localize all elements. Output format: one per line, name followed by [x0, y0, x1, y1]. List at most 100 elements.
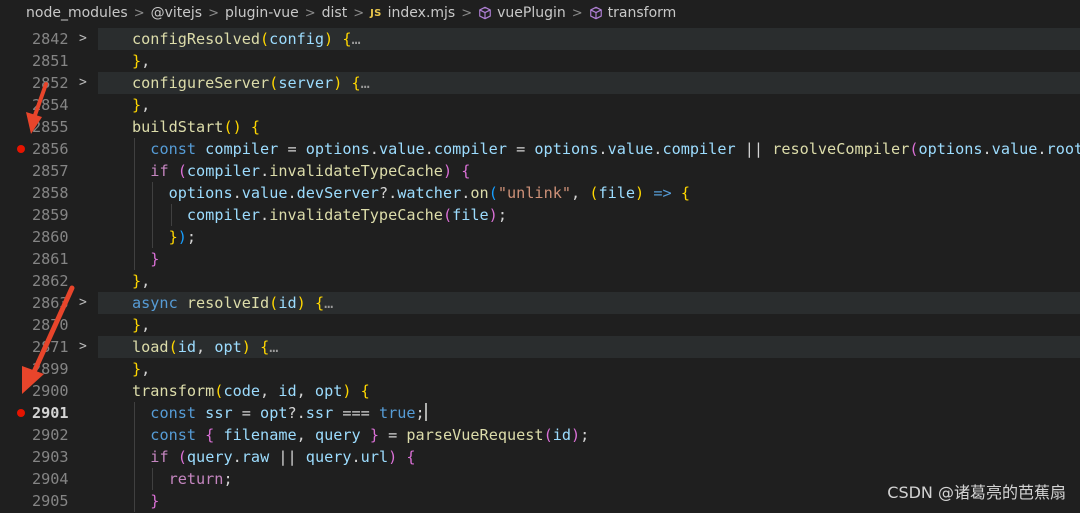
code-line[interactable]: 2871 > load(id, opt) {… — [0, 336, 1080, 358]
code-line[interactable]: 2863 > async resolveId(id) {… — [0, 292, 1080, 314]
code-text[interactable]: load(id, opt) {… — [132, 336, 278, 358]
code-line[interactable]: 2899}, — [0, 358, 1080, 380]
code-line[interactable]: 2860}); — [0, 226, 1080, 248]
code-text[interactable]: }, — [132, 94, 150, 116]
code-text[interactable]: } — [150, 248, 159, 270]
code-token: id — [278, 294, 297, 312]
code-token: true — [378, 404, 416, 422]
code-text[interactable]: }, — [132, 50, 150, 72]
code-token: "unlink" — [497, 184, 572, 202]
code-token: opt — [214, 338, 242, 356]
code-editor[interactable]: 2842 > configResolved(config) {… 2851}, 2852… — [0, 28, 1080, 513]
code-text[interactable]: async resolveId(id) {… — [132, 292, 333, 314]
code-text[interactable]: if (query.raw || query.url) { — [150, 446, 415, 468]
breadcrumb-item-vitejs[interactable]: @vitejs — [151, 5, 202, 21]
code-text[interactable]: const ssr = opt?.ssr === true; — [150, 402, 427, 424]
code-token: } — [132, 316, 142, 334]
line-number: 2855 — [32, 118, 69, 136]
code-token: if — [150, 448, 169, 466]
code-text[interactable]: const { filename, query } = parseVueRequ… — [150, 424, 589, 446]
code-token: const — [150, 140, 197, 158]
code-token: opt — [314, 382, 343, 400]
code-text[interactable]: return; — [169, 468, 233, 490]
indent-guide — [152, 182, 154, 204]
code-text[interactable]: }, — [132, 314, 150, 336]
code-token: ) — [571, 426, 581, 444]
code-token: … — [351, 30, 361, 48]
code-line[interactable]: 2861} — [0, 248, 1080, 270]
breadcrumb-item-plugin-vue[interactable]: plugin-vue — [225, 5, 299, 21]
code-line[interactable]: 2858 options.value.devServer?.watcher.on(… — [0, 182, 1080, 204]
fold-chevron-icon[interactable]: > — [79, 72, 87, 94]
code-token: ) — [488, 206, 498, 224]
code-token: , — [296, 382, 315, 400]
indent-guide — [152, 226, 154, 248]
code-token: ( — [168, 338, 178, 356]
code-token: , — [141, 272, 151, 290]
code-token: const — [150, 426, 197, 444]
code-line[interactable]: 2859 compiler.invalidateTypeCache(file); — [0, 204, 1080, 226]
code-token: } — [132, 360, 142, 378]
code-token: id — [278, 382, 297, 400]
code-token: ; — [186, 228, 197, 246]
code-token: ) — [635, 184, 645, 202]
line-number: 2902 — [32, 426, 69, 444]
code-line[interactable]: 2900 transform(code, id, opt) { — [0, 380, 1080, 402]
line-number: 2851 — [32, 52, 69, 70]
code-token: compiler — [186, 162, 261, 180]
breadcrumb-item-node-modules[interactable]: node_modules — [26, 5, 128, 21]
code-line[interactable]: 2855 buildStart() { — [0, 116, 1080, 138]
breadcrumb-item-method[interactable]: transform — [608, 5, 677, 21]
code-text[interactable]: buildStart() { — [132, 116, 260, 138]
code-token: ( — [442, 206, 453, 224]
code-line[interactable]: 2851}, — [0, 50, 1080, 72]
code-text[interactable]: configResolved(config) {… — [132, 28, 361, 50]
code-line[interactable]: 2901 const ssr = opt?.ssr === true; — [0, 402, 1080, 424]
fold-chevron-icon[interactable]: > — [79, 28, 87, 50]
code-line[interactable]: 2852 > configureServer(server) {… — [0, 72, 1080, 94]
breadcrumb-item-file[interactable]: index.mjs — [388, 5, 456, 21]
breakpoint-icon[interactable] — [17, 409, 25, 417]
code-text[interactable]: const compiler = options.value.compiler … — [150, 138, 1080, 160]
indent-guide — [134, 424, 135, 446]
code-line[interactable]: 2854}, — [0, 94, 1080, 116]
code-token: ) — [442, 162, 453, 180]
breadcrumb-item-dist[interactable]: dist — [322, 5, 348, 21]
code-text[interactable]: configureServer(server) {… — [132, 72, 370, 94]
code-text[interactable]: } — [150, 490, 159, 512]
code-text[interactable]: options.value.devServer?.watcher.on("unl… — [169, 182, 690, 204]
code-token: … — [269, 338, 279, 356]
chevron-right-icon: > — [304, 5, 316, 21]
line-number: 2859 — [32, 206, 69, 224]
line-number: 2903 — [32, 448, 69, 466]
code-token: invalidateTypeCache — [269, 206, 443, 224]
code-line[interactable]: 2903 if (query.raw || query.url) { — [0, 446, 1080, 468]
code-line[interactable]: 2862}, — [0, 270, 1080, 292]
code-text[interactable]: transform(code, id, opt) { — [132, 380, 370, 402]
code-token: { — [250, 118, 261, 136]
code-token: file — [598, 184, 636, 202]
code-text[interactable]: compiler.invalidateTypeCache(file); — [187, 204, 507, 226]
code-text[interactable]: if (compiler.invalidateTypeCache) { — [150, 160, 470, 182]
code-token: , — [141, 360, 151, 378]
code-token: options — [168, 184, 233, 202]
code-line[interactable]: 2857 if (compiler.invalidateTypeCache) { — [0, 160, 1080, 182]
fold-chevron-icon[interactable]: > — [79, 292, 87, 314]
code-text[interactable]: }); — [169, 226, 196, 248]
line-number: 2905 — [32, 492, 69, 510]
code-token: , — [571, 184, 590, 202]
code-text[interactable]: }, — [132, 270, 150, 292]
code-line[interactable]: 2856 const compiler = options.value.compi… — [0, 138, 1080, 160]
code-line[interactable]: 2842 > configResolved(config) {… — [0, 28, 1080, 50]
breakpoint-icon[interactable] — [17, 145, 25, 153]
breadcrumb-item-symbol[interactable]: vuePlugin — [497, 5, 566, 21]
fold-chevron-icon[interactable]: > — [79, 336, 87, 358]
code-token: } — [132, 52, 142, 70]
code-text[interactable]: }, — [132, 358, 150, 380]
code-line[interactable]: 2902 const { filename, query } = parseVue… — [0, 424, 1080, 446]
code-line[interactable]: 2870}, — [0, 314, 1080, 336]
